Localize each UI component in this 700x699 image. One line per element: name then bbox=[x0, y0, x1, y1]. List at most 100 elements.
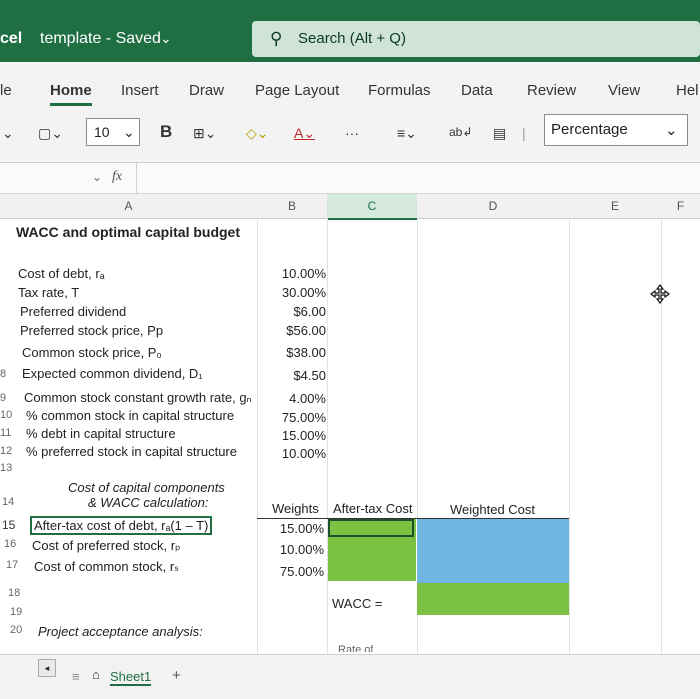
merge-icon[interactable]: ▤ bbox=[493, 125, 506, 142]
row-number[interactable]: 11 bbox=[0, 427, 11, 439]
row-number[interactable]: 17 bbox=[6, 559, 18, 571]
wacc-result-cell[interactable] bbox=[417, 583, 569, 615]
input-label: % preferred stock in capital structure bbox=[26, 444, 237, 459]
divider: | bbox=[522, 125, 526, 141]
component-weight[interactable]: 15.00% bbox=[254, 521, 324, 536]
fill-color-icon[interactable]: ◇⌄ bbox=[246, 125, 269, 142]
move-cursor-icon bbox=[650, 284, 670, 304]
components-header: Cost of capital components bbox=[68, 480, 225, 495]
input-label: Tax rate, T bbox=[18, 285, 80, 300]
formula-bar: ⌄ fx bbox=[0, 163, 700, 194]
component-weight[interactable]: 10.00% bbox=[254, 542, 324, 557]
ribbon: le Home Insert Draw Page Layout Formulas… bbox=[0, 62, 700, 163]
worksheet-grid[interactable]: A B C D E F WACC and optimal capital bud… bbox=[0, 194, 700, 654]
number-format-select[interactable]: Percentage ⌄ bbox=[544, 114, 688, 146]
column-header-d[interactable]: D bbox=[417, 194, 570, 219]
col-header-after-tax: After-tax Cost bbox=[333, 501, 413, 516]
input-value[interactable]: $4.50 bbox=[256, 368, 326, 383]
add-sheet-button[interactable]: + bbox=[172, 667, 181, 684]
font-size-select[interactable]: 10 ⌄ bbox=[86, 118, 140, 146]
column-header-f[interactable]: F bbox=[661, 194, 700, 219]
row-number[interactable]: 18 bbox=[8, 587, 20, 599]
row-number[interactable]: 14 bbox=[2, 496, 14, 508]
row-number[interactable]: 19 bbox=[10, 606, 22, 618]
undo-icon[interactable]: ⌄ bbox=[2, 125, 14, 142]
wrap-text-icon[interactable]: ab↲ bbox=[449, 125, 472, 139]
weighted-cost-cells[interactable] bbox=[417, 519, 569, 583]
clipboard-icon[interactable]: ▢⌄ bbox=[38, 125, 63, 142]
wacc-label: WACC = bbox=[332, 596, 383, 611]
input-label: Cost of debt, rₐ bbox=[18, 266, 105, 281]
input-value[interactable]: 10.00% bbox=[256, 446, 326, 461]
column-header-e[interactable]: E bbox=[569, 194, 662, 219]
row-number[interactable]: 13 bbox=[0, 462, 12, 474]
column-header-b[interactable]: B bbox=[257, 194, 328, 219]
project-acceptance-label: Project acceptance analysis: bbox=[38, 624, 203, 639]
chevron-down-icon[interactable]: ⌄ bbox=[92, 170, 102, 184]
row-number[interactable]: 16 bbox=[4, 538, 16, 550]
input-label: % common stock in capital structure bbox=[26, 408, 235, 423]
chevron-down-icon: ⌄ bbox=[123, 124, 135, 140]
tab-insert[interactable]: Insert bbox=[121, 82, 159, 99]
font-size-value: 10 bbox=[94, 124, 110, 140]
input-value[interactable]: 30.00% bbox=[256, 285, 326, 300]
row-number[interactable]: 10 bbox=[0, 409, 12, 421]
search-box[interactable]: ⚲ Search (Alt + Q) bbox=[252, 21, 700, 57]
align-icon[interactable]: ≡⌄ bbox=[397, 125, 417, 142]
input-value[interactable]: 10.00% bbox=[256, 266, 326, 281]
chevron-down-icon: ⌄ bbox=[665, 122, 678, 139]
column-header-c[interactable]: C bbox=[327, 194, 418, 220]
row-number[interactable]: 9 bbox=[0, 392, 6, 404]
components-header-line2: & WACC calculation: bbox=[88, 495, 209, 510]
excel-window: cel template - Saved ⌄ ⚲ Search (Alt + Q… bbox=[0, 0, 700, 699]
input-label: Preferred dividend bbox=[20, 304, 127, 319]
bold-button[interactable]: B bbox=[160, 122, 172, 142]
component-weight[interactable]: 75.00% bbox=[254, 564, 324, 579]
row-number[interactable]: 15 bbox=[2, 518, 15, 532]
tab-home[interactable]: Home bbox=[50, 82, 92, 106]
row-number[interactable]: 12 bbox=[0, 445, 12, 457]
input-value[interactable]: 15.00% bbox=[256, 428, 326, 443]
col-header-weights: Weights bbox=[272, 501, 319, 516]
input-value[interactable]: $38.00 bbox=[256, 345, 326, 360]
tab-review[interactable]: Review bbox=[527, 82, 576, 99]
document-title[interactable]: template - Saved bbox=[40, 30, 161, 48]
more-button[interactable]: ··· bbox=[345, 125, 359, 141]
app-name: cel bbox=[0, 30, 23, 47]
row-number[interactable]: 20 bbox=[10, 624, 22, 636]
input-value[interactable]: 75.00% bbox=[256, 410, 326, 425]
sheet-tab-active[interactable]: Sheet1 bbox=[110, 669, 152, 686]
tab-draw[interactable]: Draw bbox=[189, 82, 224, 99]
sheet-title: WACC and optimal capital budget bbox=[16, 224, 241, 240]
input-value[interactable]: $56.00 bbox=[256, 323, 326, 338]
input-value[interactable]: 4.00% bbox=[256, 391, 326, 406]
tab-file[interactable]: le bbox=[0, 82, 12, 99]
number-format-value: Percentage bbox=[551, 121, 628, 138]
input-label: % debt in capital structure bbox=[26, 426, 176, 441]
search-placeholder: Search (Alt + Q) bbox=[298, 30, 406, 47]
input-label: Common stock constant growth rate, gₙ bbox=[24, 390, 252, 405]
borders-icon[interactable]: ⊞⌄ bbox=[193, 125, 216, 142]
tab-page-layout[interactable]: Page Layout bbox=[255, 82, 339, 99]
selected-cell-c15[interactable] bbox=[328, 519, 414, 537]
component-label[interactable]: After-tax cost of debt, rₐ(1 – T) bbox=[30, 516, 213, 535]
chevron-down-icon[interactable]: ⌄ bbox=[160, 30, 172, 47]
sheet-tab-bar: ◂ ≡ ⌂ Sheet1 + bbox=[0, 654, 700, 699]
all-sheets-icon[interactable]: ≡ bbox=[72, 669, 80, 684]
input-label: Preferred stock price, Pp bbox=[20, 323, 164, 338]
tab-formulas[interactable]: Formulas bbox=[368, 82, 431, 99]
font-color-icon[interactable]: A⌄ bbox=[294, 125, 315, 142]
sheet-tab-icon: ⌂ bbox=[92, 667, 100, 682]
input-value[interactable]: $6.00 bbox=[256, 304, 326, 319]
column-header-a[interactable]: A bbox=[0, 194, 258, 219]
input-label: Expected common dividend, D₁ bbox=[22, 366, 203, 381]
tab-data[interactable]: Data bbox=[461, 82, 493, 99]
col-header-weighted: Weighted Cost bbox=[450, 502, 536, 517]
tab-view[interactable]: View bbox=[608, 82, 640, 99]
scroll-left-icon[interactable]: ◂ bbox=[38, 659, 56, 677]
component-label: Cost of preferred stock, rₚ bbox=[32, 538, 181, 553]
title-bar: cel template - Saved ⌄ ⚲ Search (Alt + Q… bbox=[0, 0, 700, 62]
tab-help[interactable]: Hel bbox=[676, 82, 699, 99]
input-label: Common stock price, P₀ bbox=[22, 345, 162, 360]
row-number[interactable]: 8 bbox=[0, 368, 6, 380]
